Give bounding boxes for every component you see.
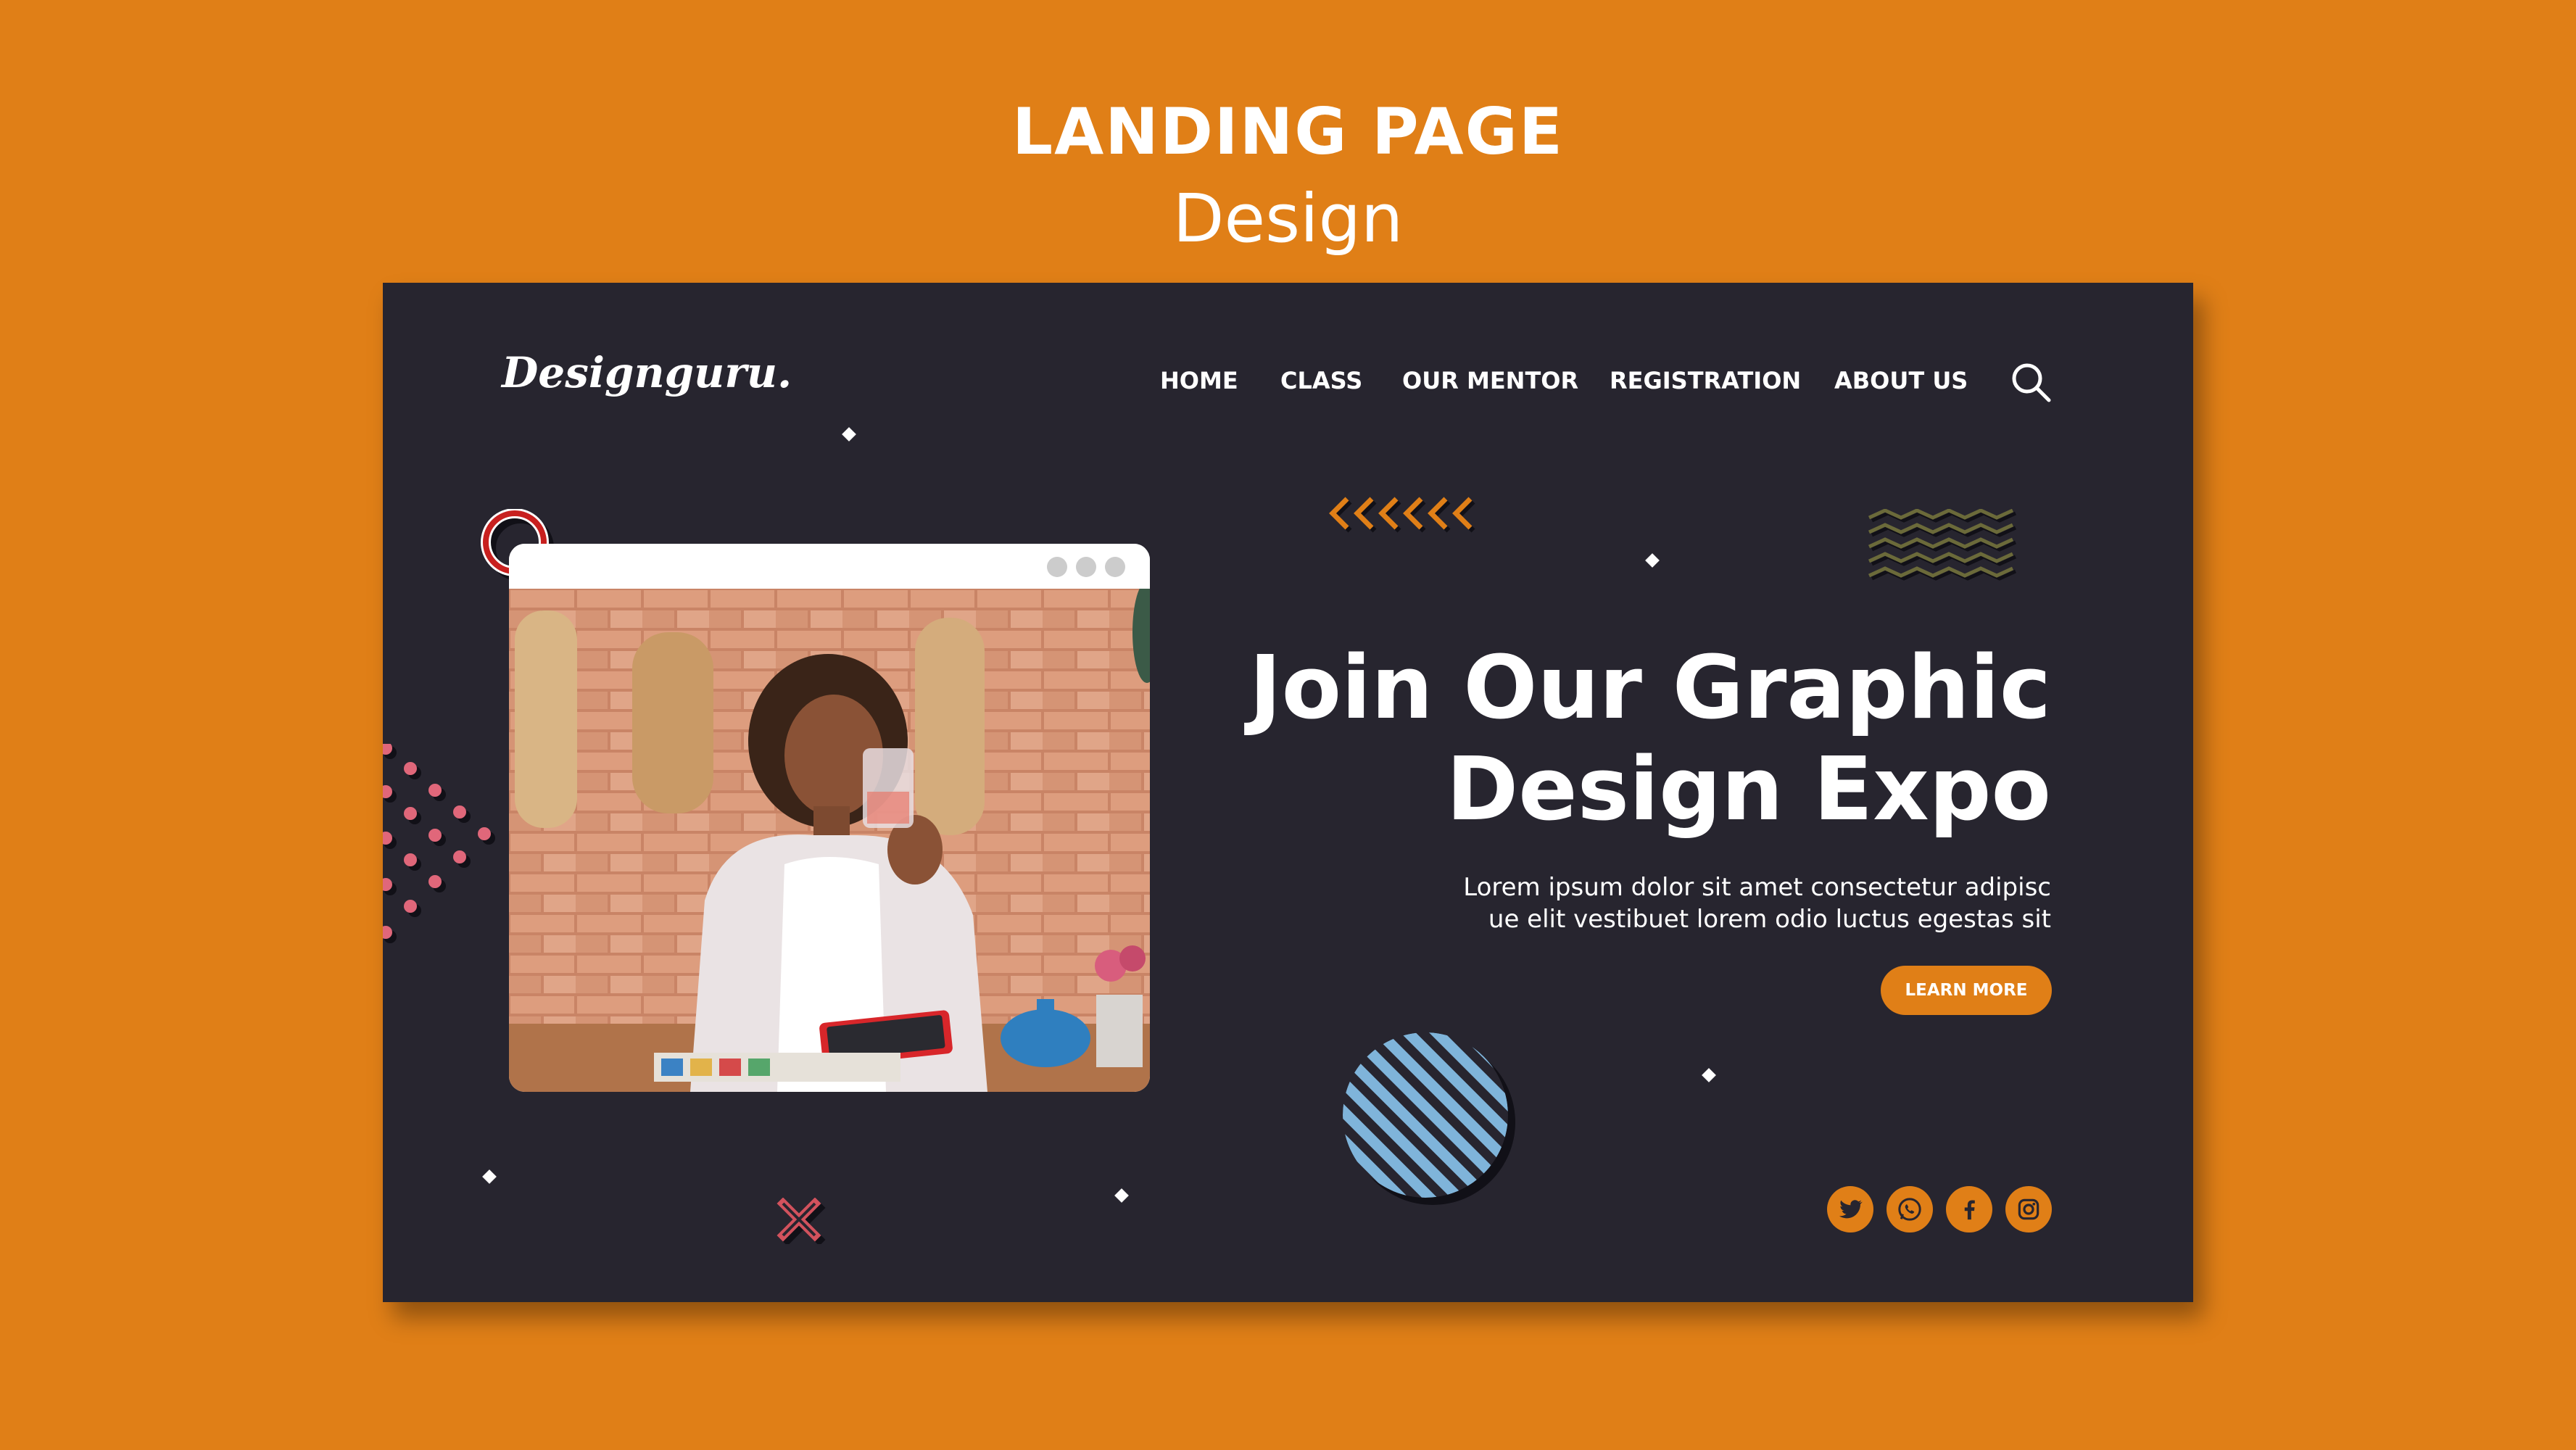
window-titlebar [509, 544, 1150, 589]
hero-headline: Join Our Graphic Design Expo [1109, 638, 2051, 841]
nav-class[interactable]: CLASS [1280, 367, 1362, 394]
landing-page-mockup: Designguru. HOME CLASS OUR MENTOR REGIST… [383, 283, 2193, 1302]
hero-description-line-2: ue elit vestibuet lorem odio luctus eges… [1488, 905, 2051, 934]
sparkle-decoration [1114, 1188, 1129, 1203]
nav-home[interactable]: HOME [1160, 367, 1238, 394]
chevrons-decoration [1329, 497, 1475, 533]
hero-headline-line-2: Design Expo [1446, 740, 2051, 840]
page-title: LANDING PAGE [1012, 94, 1564, 169]
nav-about-us[interactable]: ABOUT US [1834, 367, 1968, 394]
main-nav: HOME CLASS OUR MENTOR REGISTRATION ABOUT… [383, 367, 2193, 403]
hero-description-line-1: Lorem ipsum dolor sit amet consectetur a… [1463, 873, 2051, 902]
sparkle-decoration [482, 1169, 497, 1184]
page-subtitle: Design [1172, 180, 1404, 257]
search-icon[interactable] [2008, 360, 2055, 406]
hero-headline-line-1: Join Our Graphic [1248, 638, 2051, 739]
zigzag-decoration [1868, 509, 2017, 581]
sparkle-decoration [842, 427, 856, 442]
nav-our-mentor[interactable]: OUR MENTOR [1402, 367, 1578, 394]
hero-image-window [509, 544, 1150, 1092]
window-dot [1105, 557, 1125, 577]
learn-more-button[interactable]: LEARN MORE [1881, 966, 2052, 1015]
striped-circle-decoration [1343, 1032, 1515, 1205]
twitter-icon[interactable] [1827, 1186, 1873, 1232]
nav-registration[interactable]: REGISTRATION [1610, 367, 1801, 394]
hero-description: Lorem ipsum dolor sit amet consectetur a… [1399, 871, 2051, 935]
instagram-icon[interactable] [2005, 1186, 2052, 1232]
window-dot [1076, 557, 1096, 577]
window-dot [1047, 557, 1067, 577]
sparkle-decoration [1702, 1068, 1716, 1082]
hero-photo [509, 589, 1150, 1092]
sparkle-decoration [1645, 553, 1660, 568]
whatsapp-icon[interactable] [1887, 1186, 1933, 1232]
facebook-icon[interactable] [1946, 1186, 1992, 1232]
cross-decoration [776, 1198, 826, 1244]
dots-decoration [383, 744, 495, 943]
